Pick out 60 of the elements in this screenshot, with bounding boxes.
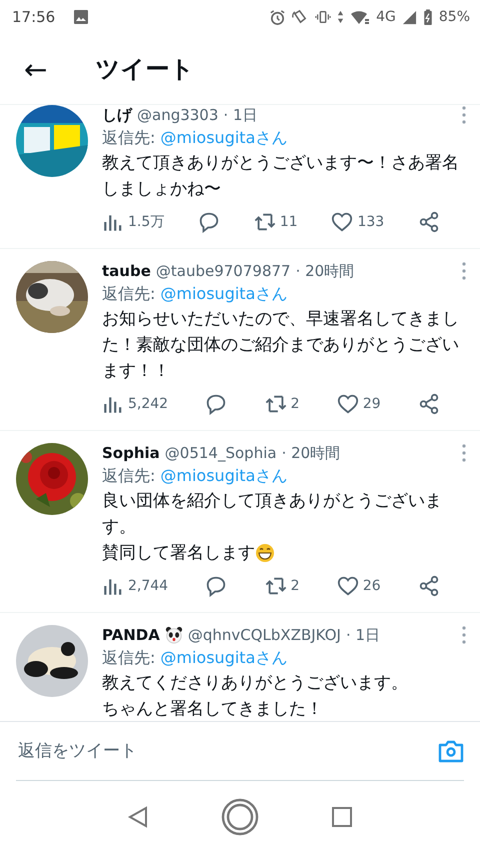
retweet-icon[interactable] bbox=[264, 575, 287, 597]
reply-label: 返信先: bbox=[102, 127, 156, 149]
reply-label: 返信先: bbox=[102, 283, 156, 305]
retweet-count: 11 bbox=[280, 214, 298, 230]
share-icon[interactable] bbox=[418, 575, 440, 597]
tweet-text: お知らせいただいたので、早速署名してきました！素敵な団体のご紹介までありがとうございます！！ bbox=[102, 308, 460, 383]
display-name[interactable]: PANDA bbox=[102, 625, 160, 645]
post-time: · 20時間 bbox=[296, 261, 354, 281]
user-handle[interactable]: @qhnvCQLbXZBJKOJ bbox=[188, 625, 341, 645]
retweet-icon[interactable] bbox=[254, 211, 276, 233]
home-nav-icon[interactable] bbox=[220, 798, 259, 836]
user-handle[interactable]: @ang3303 bbox=[137, 105, 218, 125]
recents-nav-icon[interactable] bbox=[330, 805, 354, 829]
battery-level: 85% bbox=[438, 9, 470, 25]
page-title: ツイート bbox=[95, 54, 194, 85]
display-name[interactable]: Sophia bbox=[102, 443, 160, 463]
tweet-text: 賛同して署名します bbox=[102, 542, 255, 565]
view-count: 2,744 bbox=[128, 578, 168, 594]
heart-icon[interactable] bbox=[336, 575, 359, 597]
image-icon bbox=[73, 9, 90, 25]
like-count: 29 bbox=[362, 396, 381, 412]
retweet-icon[interactable] bbox=[264, 393, 287, 415]
back-button[interactable]: ← bbox=[20, 52, 52, 86]
signal-icon bbox=[402, 10, 417, 24]
display-name[interactable]: しげ bbox=[102, 105, 132, 125]
back-nav-icon[interactable] bbox=[126, 805, 150, 829]
tweet-text: 教えてくださりありがとうございます。 bbox=[102, 672, 408, 695]
battery-icon bbox=[422, 8, 433, 26]
display-name[interactable]: taube bbox=[102, 261, 151, 281]
wifi-icon bbox=[350, 9, 370, 25]
heart-icon[interactable] bbox=[331, 211, 354, 233]
share-icon[interactable] bbox=[418, 393, 440, 415]
reply-label: 返信先: bbox=[102, 647, 156, 669]
view-count: 1.5万 bbox=[128, 213, 164, 231]
network-type: 4G bbox=[376, 9, 396, 25]
post-time: · 1日 bbox=[346, 625, 380, 645]
vibrate-icon bbox=[315, 9, 332, 25]
reply-icon[interactable] bbox=[205, 575, 228, 597]
share-icon[interactable] bbox=[418, 211, 440, 233]
view-count: 5,242 bbox=[128, 396, 168, 412]
retweet-count: 2 bbox=[290, 396, 300, 412]
tweet-text: ちゃんと署名してきました！ bbox=[102, 698, 323, 721]
clock-time: 17:56 bbox=[12, 8, 56, 26]
tweet-text: 良い団体を紹介して頂きありがとうございます。 bbox=[102, 490, 443, 539]
reply-icon[interactable] bbox=[205, 393, 228, 415]
reply-input-field[interactable]: 返信をツイート bbox=[16, 740, 438, 762]
user-handle[interactable]: @taube97079877 bbox=[156, 261, 291, 281]
tweet-text: 教えて頂きありがとうございます〜！さあ署名しましょかね〜 bbox=[102, 152, 460, 201]
heart-icon[interactable] bbox=[336, 393, 359, 415]
alarm-icon bbox=[269, 8, 286, 26]
reply-icon[interactable] bbox=[198, 211, 220, 233]
reply-label: 返信先: bbox=[102, 465, 156, 487]
post-time: · 20時間 bbox=[282, 443, 340, 463]
data-arrows-icon bbox=[337, 9, 344, 25]
post-time: · 1日 bbox=[223, 105, 258, 125]
like-count: 26 bbox=[362, 578, 381, 594]
retweet-count: 2 bbox=[290, 578, 300, 594]
camera-icon[interactable] bbox=[438, 739, 464, 763]
like-count: 133 bbox=[357, 214, 384, 230]
user-handle[interactable]: @0514_Sophia bbox=[164, 443, 277, 463]
